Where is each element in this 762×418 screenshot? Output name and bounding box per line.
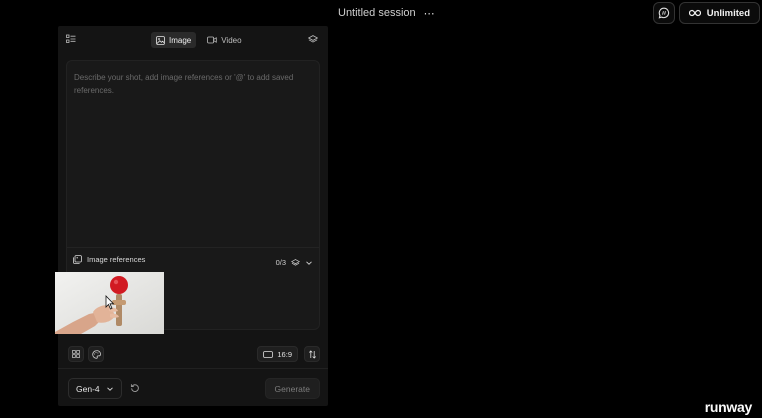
generate-button[interactable]: Generate — [264, 378, 320, 399]
tab-video[interactable]: Video — [202, 32, 246, 48]
image-icon — [156, 35, 165, 45]
prompt-input[interactable] — [74, 71, 309, 241]
aspect-ratio-button[interactable]: 16:9 — [257, 346, 298, 362]
tab-image-label: Image — [169, 35, 192, 45]
tab-image[interactable]: Image — [151, 32, 197, 48]
reference-count: 0/3 — [275, 258, 286, 267]
session-title-group: Untitled session ⋯ — [338, 6, 436, 20]
reset-icon[interactable] — [130, 383, 140, 393]
infinity-icon — [688, 9, 701, 17]
chevron-down-icon — [106, 386, 113, 391]
session-menu-icon[interactable]: ⋯ — [424, 7, 436, 20]
session-title[interactable]: Untitled session — [338, 7, 416, 19]
image-references-button[interactable]: Image references — [73, 255, 145, 264]
chat-icon — [658, 7, 669, 19]
unlimited-plan-button[interactable]: Unlimited — [678, 2, 760, 24]
layers-icon[interactable] — [308, 35, 318, 43]
grid-icon — [72, 350, 80, 358]
panel-divider — [58, 368, 328, 369]
top-right-actions: Unlimited — [652, 2, 760, 24]
reference-count-dropdown[interactable]: 0/3 — [276, 258, 313, 267]
list-icon[interactable] — [66, 34, 76, 44]
saved-references-icon — [291, 259, 300, 266]
chat-button[interactable] — [652, 2, 675, 24]
aspect-ratio-icon — [263, 350, 274, 358]
sort-button[interactable] — [304, 346, 320, 362]
video-icon — [207, 36, 217, 44]
prompt-toolbar: 16:9 — [66, 346, 320, 362]
image-references-icon — [73, 255, 82, 264]
chevron-down-icon — [306, 260, 312, 265]
image-references-label: Image references — [87, 255, 146, 264]
unlimited-label: Unlimited — [706, 7, 750, 19]
model-value: Gen-4 — [76, 383, 100, 394]
panel-header: Image Video — [58, 26, 328, 54]
runway-logo: runway — [704, 399, 753, 415]
kendama-photo — [55, 272, 164, 334]
prompt-divider — [67, 247, 319, 248]
mode-tabs: Image Video — [151, 32, 247, 48]
tab-video-label: Video — [221, 35, 242, 45]
palette-icon — [91, 349, 101, 359]
model-select[interactable]: Gen-4 — [68, 378, 122, 399]
presets-button[interactable] — [68, 346, 84, 362]
generate-label: Generate — [274, 383, 310, 394]
reference-image-thumbnail[interactable] — [55, 272, 164, 334]
aspect-ratio-value: 16:9 — [277, 349, 292, 359]
swap-vertical-icon — [308, 349, 316, 359]
style-button[interactable] — [88, 346, 104, 362]
generation-panel: Image Video Image references — [58, 26, 328, 406]
